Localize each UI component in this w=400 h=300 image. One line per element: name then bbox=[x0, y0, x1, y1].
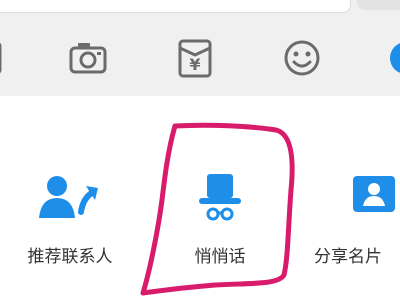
contact-card-icon bbox=[306, 172, 400, 228]
add-contact-icon bbox=[10, 172, 130, 228]
share-card-item[interactable]: 分享名片 bbox=[306, 154, 400, 284]
incognito-hat-icon bbox=[160, 172, 280, 228]
red-packet-symbol: ¥ bbox=[189, 55, 200, 74]
camera-icon[interactable] bbox=[68, 38, 108, 78]
recommend-contact-label: 推荐联系人 bbox=[27, 247, 113, 267]
whisper-label: 悄悄话 bbox=[194, 247, 246, 267]
share-card-label: 分享名片 bbox=[314, 247, 382, 267]
top-strip bbox=[0, 0, 400, 18]
input-toolbar: ¥ bbox=[0, 18, 400, 96]
emoji-icon[interactable] bbox=[282, 38, 322, 78]
image-icon[interactable] bbox=[0, 38, 4, 78]
whisper-item[interactable]: 悄悄话 bbox=[160, 154, 280, 284]
red-packet-icon[interactable]: ¥ bbox=[175, 38, 215, 78]
send-button[interactable] bbox=[357, 0, 400, 10]
recommend-contact-item[interactable]: 推荐联系人 bbox=[10, 154, 130, 284]
feature-panel: 推荐联系人 悄悄话 分享名片 bbox=[0, 96, 400, 300]
message-input[interactable] bbox=[0, 0, 351, 13]
more-icon[interactable] bbox=[388, 38, 400, 78]
